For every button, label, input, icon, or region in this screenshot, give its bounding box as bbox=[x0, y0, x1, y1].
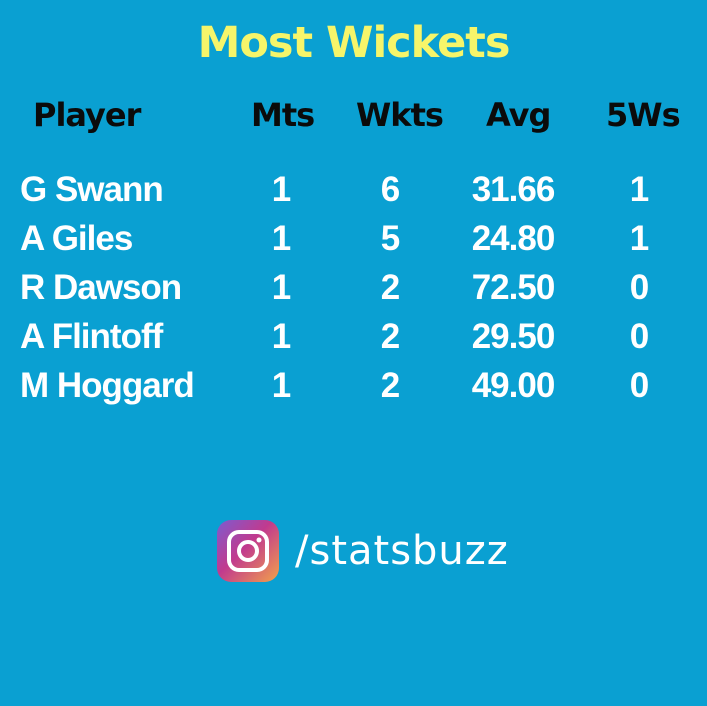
header-wkts: Wkts bbox=[356, 96, 444, 134]
player-name: M Hoggard bbox=[20, 366, 195, 405]
five-wickets-value: 1 bbox=[629, 219, 649, 258]
average-value: 29.50 bbox=[471, 317, 556, 356]
five-wickets-value: 0 bbox=[629, 317, 649, 356]
player-name: G Swann bbox=[20, 170, 164, 209]
page-title: Most Wickets bbox=[197, 18, 511, 68]
table-row: A Giles 1 5 24.80 1 bbox=[0, 219, 707, 268]
instagram-icon bbox=[217, 520, 279, 582]
wickets-value: 5 bbox=[380, 219, 400, 258]
matches-value: 1 bbox=[271, 366, 291, 405]
five-wickets-value: 0 bbox=[629, 268, 649, 307]
table-row: M Hoggard 1 2 49.00 0 bbox=[0, 366, 707, 415]
wickets-value: 2 bbox=[380, 268, 400, 307]
table-row: R Dawson 1 2 72.50 0 bbox=[0, 268, 707, 317]
social-handle: /statsbuzz bbox=[217, 520, 509, 582]
header-5ws: 5Ws bbox=[606, 96, 681, 134]
header-avg: Avg bbox=[486, 96, 551, 134]
matches-value: 1 bbox=[271, 317, 291, 356]
wickets-value: 6 bbox=[380, 170, 400, 209]
table-row: A Flintoff 1 2 29.50 0 bbox=[0, 317, 707, 366]
player-name: R Dawson bbox=[20, 268, 182, 307]
header-mts: Mts bbox=[251, 96, 315, 134]
average-value: 24.80 bbox=[471, 219, 556, 258]
player-name: A Giles bbox=[20, 219, 133, 258]
matches-value: 1 bbox=[271, 268, 291, 307]
five-wickets-value: 0 bbox=[629, 366, 649, 405]
player-name: A Flintoff bbox=[20, 317, 163, 356]
header-player: Player bbox=[33, 96, 141, 134]
social-handle-text: /statsbuzz bbox=[295, 528, 509, 574]
matches-value: 1 bbox=[271, 219, 291, 258]
wickets-value: 2 bbox=[380, 366, 400, 405]
table-row: G Swann 1 6 31.66 1 bbox=[0, 170, 707, 219]
wickets-value: 2 bbox=[380, 317, 400, 356]
five-wickets-value: 1 bbox=[629, 170, 649, 209]
average-value: 72.50 bbox=[471, 268, 556, 307]
average-value: 31.66 bbox=[471, 170, 556, 209]
matches-value: 1 bbox=[271, 170, 291, 209]
average-value: 49.00 bbox=[471, 366, 556, 405]
